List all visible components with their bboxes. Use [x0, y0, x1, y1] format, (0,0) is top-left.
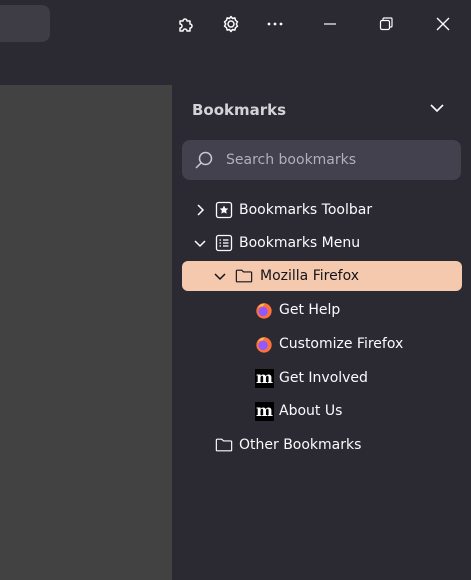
search-box[interactable] — [182, 140, 461, 180]
sidebar-title: Bookmarks — [192, 101, 287, 119]
chevron-right-icon[interactable] — [192, 202, 208, 218]
more-menu-button[interactable] — [259, 8, 291, 40]
extensions-button[interactable] — [170, 8, 202, 40]
bookmarks-sidebar: Bookmarks Bookmarks Toolbar — [172, 85, 471, 580]
toolbar-strip — [0, 48, 471, 85]
tree-item-label: Customize Firefox — [279, 336, 404, 352]
tree-item-bookmarks-toolbar[interactable]: Bookmarks Toolbar — [182, 195, 462, 225]
chevron-down-icon[interactable] — [192, 235, 208, 251]
address-bar[interactable] — [0, 5, 50, 42]
page-content[interactable] — [0, 85, 172, 580]
close-window-button[interactable] — [427, 8, 459, 40]
tree-item-about-us[interactable]: m About Us — [182, 396, 462, 426]
tree-item-label: Bookmarks Menu — [239, 235, 361, 251]
firefox-icon — [255, 335, 273, 353]
firefox-icon — [255, 301, 273, 319]
folder-icon — [215, 436, 233, 454]
bookmarks-toolbar-icon — [215, 201, 233, 219]
more-icon — [265, 14, 285, 34]
tree-item-mozilla-firefox[interactable]: Mozilla Firefox — [182, 261, 462, 291]
sidebar-switcher-button[interactable] — [425, 99, 449, 121]
tree-item-bookmarks-menu[interactable]: Bookmarks Menu — [182, 228, 462, 258]
tree-item-label: Bookmarks Toolbar — [239, 202, 373, 218]
close-icon — [435, 16, 451, 32]
settings-icon — [221, 14, 241, 34]
settings-button[interactable] — [215, 8, 247, 40]
extensions-icon — [176, 14, 196, 34]
tree-item-other-bookmarks[interactable]: Other Bookmarks — [182, 430, 462, 460]
restore-icon — [378, 16, 394, 32]
tree-item-label: About Us — [279, 403, 343, 419]
tree-item-customize-firefox[interactable]: Customize Firefox — [182, 329, 462, 359]
search-input[interactable] — [226, 140, 454, 180]
folder-icon — [235, 267, 253, 285]
tree-item-get-help[interactable]: Get Help — [182, 295, 462, 325]
tree-item-label: Other Bookmarks — [239, 437, 362, 453]
tree-item-label: Get Involved — [279, 370, 368, 386]
bookmarks-menu-icon — [215, 234, 233, 252]
search-icon — [194, 150, 214, 174]
tree-item-label: Mozilla Firefox — [260, 268, 360, 284]
tree-item-label: Get Help — [279, 302, 341, 318]
minimize-icon — [322, 16, 338, 32]
mozilla-icon: m — [255, 401, 274, 421]
title-bar — [0, 0, 471, 48]
chevron-down-icon — [429, 100, 445, 120]
chevron-down-icon[interactable] — [212, 268, 228, 284]
tree-item-get-involved[interactable]: m Get Involved — [182, 363, 462, 393]
minimize-button[interactable] — [314, 8, 346, 40]
restore-button[interactable] — [370, 8, 402, 40]
mozilla-icon: m — [255, 368, 274, 388]
